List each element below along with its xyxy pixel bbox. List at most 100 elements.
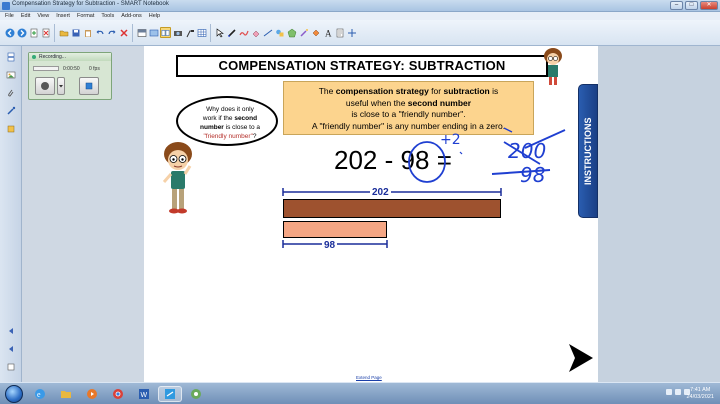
chrome-icon[interactable] [106, 386, 130, 402]
delete-page-icon[interactable] [40, 27, 51, 38]
ie-icon[interactable]: e [28, 386, 52, 402]
menu-bar: File Edit View Insert Format Tools Add-o… [0, 12, 720, 20]
start-button[interactable] [5, 385, 23, 403]
arrow-left-icon[interactable] [4, 324, 18, 338]
next-page-icon[interactable] [16, 27, 27, 38]
recorder-fps: 0 fps [89, 66, 100, 72]
pen-icon[interactable] [226, 27, 237, 38]
stop-button[interactable] [79, 77, 99, 95]
extend-page-link[interactable]: Extend Page [356, 375, 382, 380]
open-icon[interactable] [58, 27, 69, 38]
add-ons-icon[interactable] [4, 122, 18, 136]
close-button[interactable]: ✕ [700, 1, 718, 10]
tray-network-icon[interactable] [675, 389, 681, 395]
bar-label-202: 202 [370, 187, 391, 198]
folder-icon[interactable] [54, 386, 78, 402]
smart-notebook-taskbar-icon[interactable] [158, 386, 182, 402]
toolbar: A [0, 20, 720, 46]
speech-bubble-text: Why does it only work if the second numb… [200, 106, 260, 140]
definition-line-1: The compensation strategy for subtractio… [318, 86, 499, 96]
screen-shade-icon[interactable] [136, 27, 147, 38]
full-screen-icon[interactable] [148, 27, 159, 38]
recorder-panel[interactable]: Recording... 0:00:50 0 fps [28, 52, 112, 100]
taskbar-clock[interactable]: 7:41 AM 24/03/2021 [686, 387, 714, 401]
bar-model-brackets [282, 188, 502, 248]
record-button[interactable] [35, 77, 55, 95]
bar-98[interactable] [283, 221, 387, 238]
cartoon-character-icon [162, 142, 192, 214]
checkbox-icon[interactable] [4, 360, 18, 374]
clock-time: 7:41 AM [690, 387, 711, 393]
menu-insert[interactable]: Insert [56, 12, 70, 20]
menu-tools[interactable]: Tools [101, 12, 114, 20]
workspace-background [598, 46, 720, 382]
word-icon[interactable]: W [132, 386, 156, 402]
svg-text:A: A [325, 28, 332, 38]
save-icon[interactable] [70, 27, 81, 38]
shapes-icon[interactable] [274, 27, 285, 38]
page-heading[interactable]: COMPENSATION STRATEGY: SUBTRACTION [176, 55, 548, 77]
toolbar-divider [54, 23, 55, 42]
menu-help[interactable]: Help [149, 12, 160, 20]
equation-operator: - [384, 145, 394, 175]
side-nav-arrows [4, 320, 18, 378]
recorder-time: 0:00:50 [63, 66, 80, 72]
page-sorter-icon[interactable] [4, 50, 18, 64]
menu-file[interactable]: File [5, 12, 14, 20]
ink-scribble-bottom: 98 [520, 163, 545, 187]
regular-polygon-icon[interactable] [286, 27, 297, 38]
recorder-taskbar-icon[interactable] [184, 386, 208, 402]
fill-icon[interactable] [310, 27, 321, 38]
minimize-button[interactable]: – [670, 1, 683, 10]
menu-add-ons[interactable]: Add-ons [121, 12, 142, 20]
gallery-icon[interactable] [4, 68, 18, 82]
table-icon[interactable] [196, 27, 207, 38]
taskbar: e W 7:41 AM 24/03/2021 [0, 382, 720, 404]
recorder-status-row: 0:00:50 0 fps [33, 65, 107, 73]
dual-page-icon[interactable] [160, 27, 171, 38]
text-icon[interactable]: A [322, 27, 333, 38]
bar-label-98: 98 [322, 240, 338, 251]
maximize-button[interactable]: □ [685, 1, 698, 10]
record-options-button[interactable] [57, 77, 65, 95]
svg-text:W: W [141, 392, 148, 399]
delete-icon[interactable] [118, 27, 129, 38]
properties-tab-icon[interactable] [4, 104, 18, 118]
recorder-title: Recording... [29, 53, 111, 61]
bar-202[interactable] [283, 199, 501, 218]
window-title: Compensation Strategy for Subtraction - … [12, 1, 169, 7]
ink-plus-two: +2 [440, 132, 461, 148]
menu-format[interactable]: Format [77, 12, 94, 20]
eraser-icon[interactable] [250, 27, 261, 38]
ink-circle [408, 141, 446, 183]
equation-minuend: 202 [334, 145, 378, 175]
add-page-icon[interactable] [28, 27, 39, 38]
redo-icon[interactable] [106, 27, 117, 38]
title-bar: Compensation Strategy for Subtraction - … [0, 0, 720, 12]
properties-icon[interactable] [334, 27, 345, 38]
undo-icon[interactable] [94, 27, 105, 38]
paste-icon[interactable] [82, 27, 93, 38]
move-toolbar-icon[interactable] [346, 27, 357, 38]
line-icon[interactable] [262, 27, 273, 38]
recorder-progress-bar [33, 66, 59, 71]
capture-icon[interactable] [172, 27, 183, 38]
smart-notebook-icon [2, 2, 10, 10]
select-icon[interactable] [214, 27, 225, 38]
magic-pen-icon[interactable] [298, 27, 309, 38]
toolbar-divider [210, 23, 211, 42]
attachments-icon[interactable] [4, 86, 18, 100]
svg-text:e: e [37, 390, 41, 399]
next-arrow-icon[interactable] [566, 342, 596, 374]
document-camera-icon[interactable] [184, 27, 195, 38]
chevron-down-icon [59, 85, 63, 88]
stop-icon [85, 82, 93, 90]
menu-edit[interactable]: Edit [21, 12, 30, 20]
creative-pen-icon[interactable] [238, 27, 249, 38]
media-player-icon[interactable] [80, 386, 104, 402]
definition-line-2: useful when the second number [345, 97, 472, 108]
menu-view[interactable]: View [37, 12, 49, 20]
tray-flag-icon[interactable] [666, 389, 672, 395]
previous-page-icon[interactable] [4, 27, 15, 38]
arrow-left-icon[interactable] [4, 342, 18, 356]
